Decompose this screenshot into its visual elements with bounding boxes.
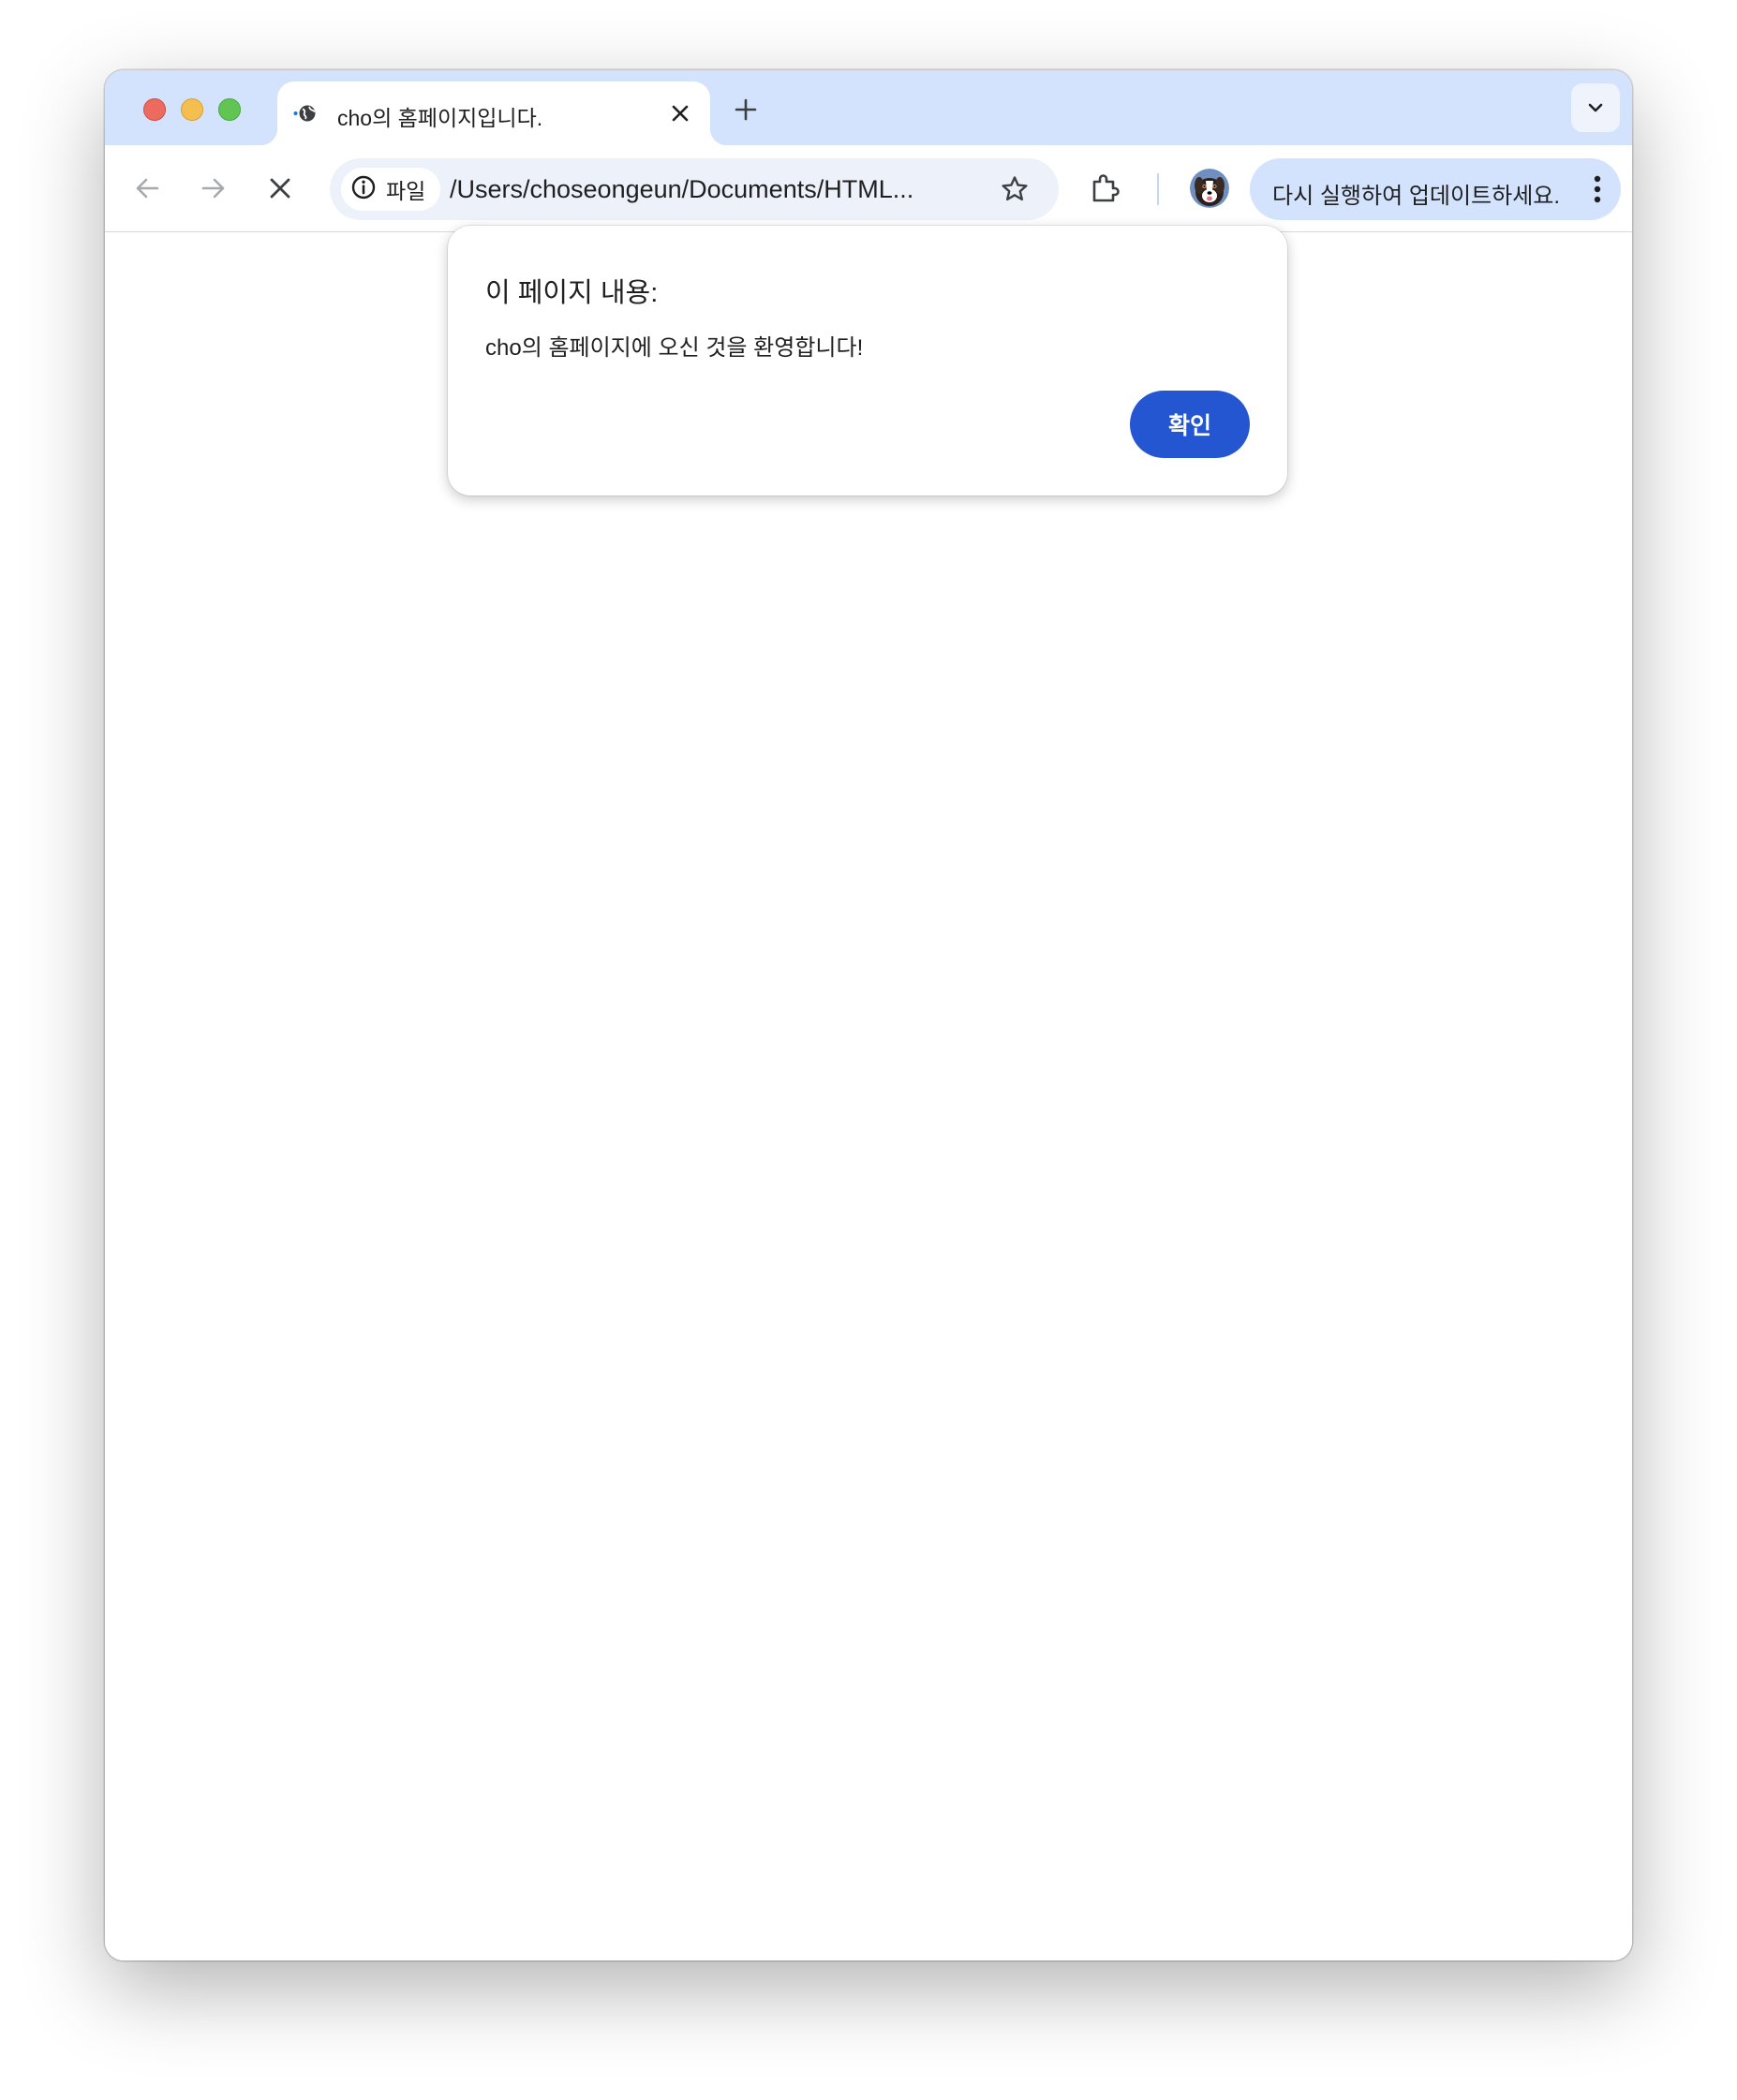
- url-text[interactable]: /Users/choseongeun/Documents/HTML...: [450, 175, 913, 204]
- extensions-puzzle-icon[interactable]: [1085, 168, 1126, 209]
- tab-strip: cho의 홈페이지입니다.: [105, 70, 1632, 145]
- toolbar: 파일 /Users/choseongeun/Documents/HTML...: [105, 145, 1632, 232]
- bookmark-star-icon[interactable]: [999, 173, 1031, 205]
- site-chip-label: 파일: [386, 179, 426, 203]
- vertical-dots-menu-icon[interactable]: [1585, 171, 1610, 207]
- tab-search-chevron-down-icon[interactable]: [1571, 83, 1620, 132]
- dialog-title: 이 페이지 내용:: [485, 278, 659, 308]
- update-label: 다시 실행하여 업데이트하세요.: [1272, 184, 1561, 209]
- window-close-button[interactable]: [143, 98, 166, 121]
- browser-window: cho의 홈페이지입니다. 파일 /Users/choseongeun/Docu…: [105, 70, 1632, 1960]
- ok-button[interactable]: 확인: [1130, 391, 1250, 458]
- toolbar-divider: [1157, 173, 1159, 205]
- back-arrow-icon[interactable]: [127, 169, 167, 208]
- tab-title: cho의 홈페이지입니다.: [337, 106, 543, 130]
- address-bar[interactable]: 파일 /Users/choseongeun/Documents/HTML...: [330, 158, 1059, 220]
- info-circle-icon: [350, 174, 377, 205]
- tab-active[interactable]: cho의 홈페이지입니다.: [260, 81, 727, 145]
- alert-dialog: 이 페이지 내용: cho의 홈페이지에 오신 것을 환영합니다! 확인: [448, 226, 1287, 495]
- new-tab-plus-icon[interactable]: [729, 93, 763, 126]
- forward-arrow-icon[interactable]: [194, 169, 233, 208]
- window-minimize-button[interactable]: [181, 98, 203, 121]
- globe-loading-icon: [292, 100, 319, 126]
- dialog-message: cho의 홈페이지에 오신 것을 환영합니다!: [485, 335, 864, 361]
- update-relaunch-button[interactable]: 다시 실행하여 업데이트하세요.: [1250, 158, 1621, 220]
- profile-avatar[interactable]: [1190, 169, 1229, 208]
- tab-close-icon[interactable]: [665, 98, 695, 128]
- stop-loading-x-icon[interactable]: [260, 169, 300, 208]
- window-maximize-button[interactable]: [218, 98, 241, 121]
- site-info-chip[interactable]: 파일: [341, 168, 441, 211]
